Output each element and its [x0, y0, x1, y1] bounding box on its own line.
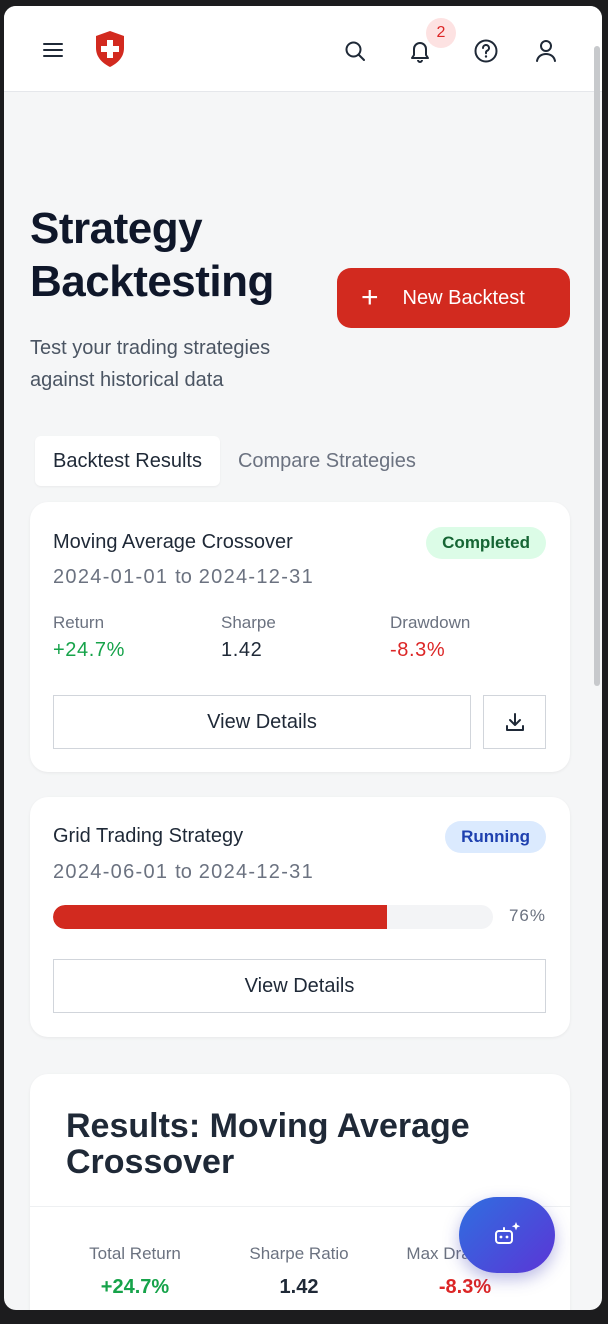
date-separator: to [175, 566, 192, 588]
status-badge-running: Running [445, 821, 546, 853]
backtest-card-grid-trading: Grid Trading Strategy Running 2024-06-01… [30, 797, 570, 1037]
notification-badge: 2 [426, 18, 456, 48]
date-from: 2024-06-01 [53, 861, 169, 883]
metric-drawdown: Drawdown -8.3% [390, 613, 470, 662]
download-icon [505, 713, 524, 731]
results-title: Results: Moving Average Crossover [66, 1107, 470, 1181]
tabs: Backtest Results Compare Strategies [35, 436, 434, 486]
metric-value: -8.3% [438, 1276, 492, 1298]
strategy-name: Grid Trading Strategy [53, 825, 244, 847]
date-range: 2024-06-01 to 2024-12-31 [53, 861, 314, 884]
metric-value: +24.7% [100, 1276, 170, 1298]
new-backtest-button[interactable]: + New Backtest [337, 268, 570, 328]
date-range: 2024-01-01 to 2024-12-31 [53, 566, 314, 589]
help-icon[interactable] [471, 36, 501, 66]
shield-cross-logo[interactable] [92, 28, 128, 70]
tab-backtest-results[interactable]: Backtest Results [35, 436, 220, 486]
metric-label: Drawdown [390, 613, 471, 632]
metric-value: 1.42 [279, 1276, 319, 1298]
result-sharpe-ratio: Sharpe Ratio 1.42 [219, 1244, 379, 1299]
ai-assistant-fab[interactable] [459, 1197, 555, 1273]
search-icon[interactable] [340, 36, 370, 66]
scrollbar[interactable] [594, 46, 600, 686]
date-separator: to [175, 861, 192, 883]
progress-bar [53, 905, 493, 929]
app-frame: 2 Strategy Backtesting Test your trading… [4, 6, 602, 1310]
backtest-card-moving-average: Moving Average Crossover Completed 2024-… [30, 502, 570, 772]
metric-value: -8.3% [390, 639, 446, 661]
result-total-return: Total Return +24.7% [55, 1244, 215, 1299]
metric-return: Return +24.7% [53, 613, 125, 662]
new-backtest-label: New Backtest [402, 286, 525, 309]
strategy-name: Moving Average Crossover [53, 531, 293, 553]
robot-sparkle-icon [495, 1222, 521, 1244]
metric-label: Sharpe [221, 613, 276, 632]
progress-fill [53, 905, 388, 929]
view-details-button[interactable]: View Details [53, 959, 546, 1013]
metric-value: +24.7% [53, 639, 125, 661]
results-card: Results: Moving Average Crossover Total … [30, 1074, 570, 1310]
top-bar: 2 [4, 6, 602, 92]
download-button[interactable] [483, 695, 546, 749]
metric-value: 1.42 [221, 639, 263, 661]
metric-label: Return [53, 613, 105, 632]
progress-label: 76% [508, 906, 546, 925]
menu-icon[interactable] [38, 36, 68, 64]
plus-icon: + [361, 281, 379, 314]
metric-label: Total Return [89, 1244, 181, 1263]
status-badge-completed: Completed [426, 527, 546, 559]
date-from: 2024-01-01 [53, 566, 169, 588]
page-title: Strategy Backtesting [30, 204, 274, 306]
view-details-button[interactable]: View Details [53, 695, 471, 749]
tab-compare-strategies[interactable]: Compare Strategies [220, 436, 434, 486]
metric-label: Sharpe Ratio [249, 1244, 349, 1263]
date-to: 2024-12-31 [198, 566, 315, 588]
metric-sharpe: Sharpe 1.42 [221, 613, 276, 662]
user-icon[interactable] [531, 36, 561, 66]
page-subtitle: Test your trading strategies against his… [30, 337, 271, 391]
date-to: 2024-12-31 [198, 861, 315, 883]
